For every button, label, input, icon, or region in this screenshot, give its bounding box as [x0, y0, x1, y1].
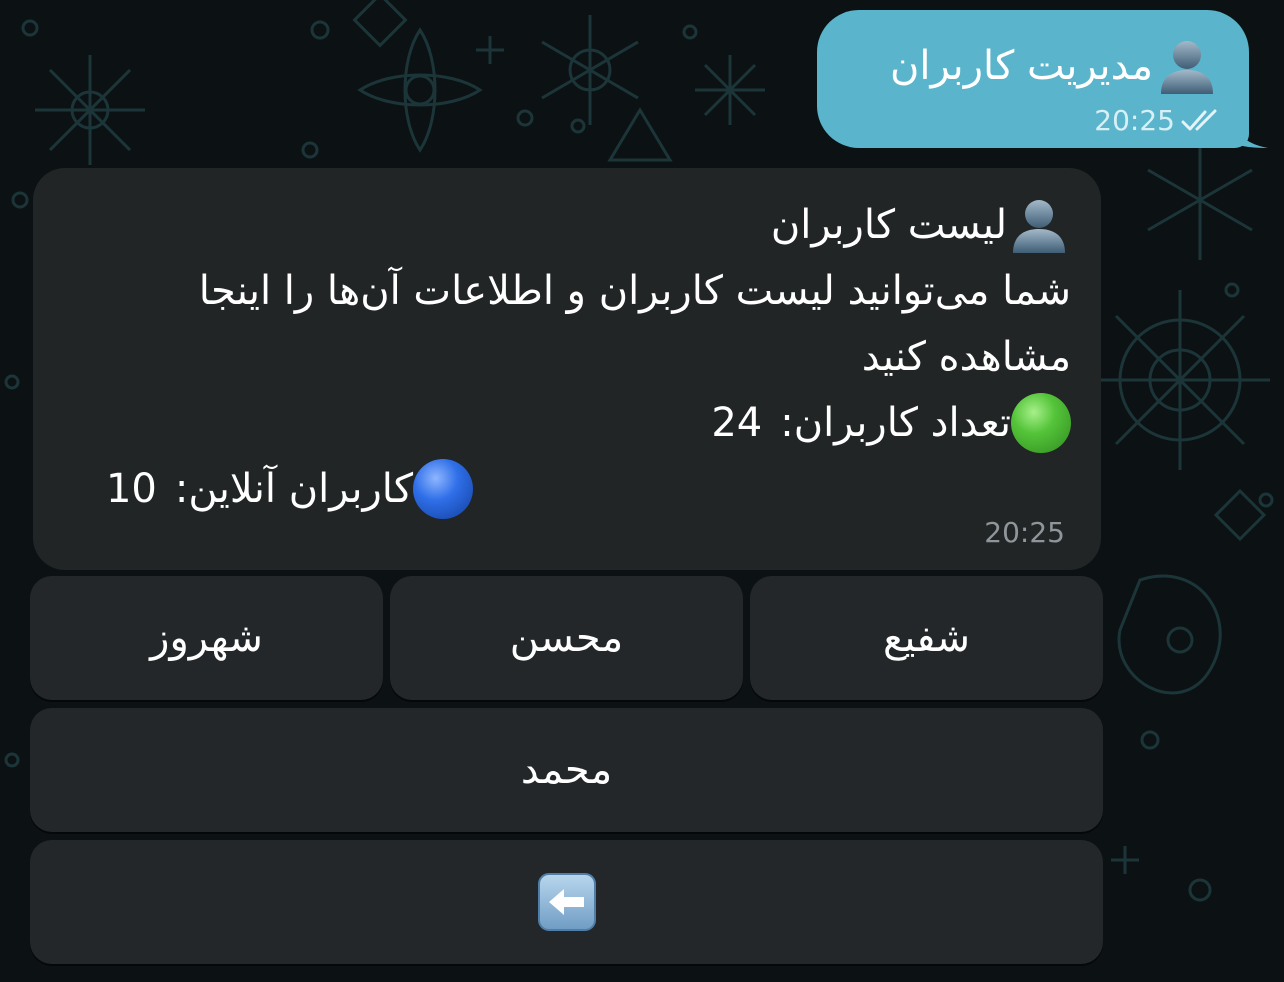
keyboard-button-label: شهروز	[150, 615, 263, 661]
keyboard-button-mohsen[interactable]: محسن	[390, 576, 743, 700]
person-icon	[1161, 41, 1213, 94]
incoming-message-content: لیست کاربران شما می‌توانید لیست کاربران …	[51, 192, 1071, 522]
outgoing-message-time: 20:25	[1094, 104, 1175, 137]
online-users-line: کاربران آنلاین: 10	[51, 456, 473, 522]
double-check-icon	[1181, 109, 1217, 130]
users-count-value: 24	[711, 400, 763, 446]
message-title-line: لیست کاربران	[51, 192, 1071, 258]
keyboard-button-back[interactable]	[30, 840, 1103, 964]
online-users-label: کاربران آنلاین:	[174, 466, 413, 512]
outgoing-message-label: مدیریت کاربران	[890, 43, 1153, 89]
outgoing-message-meta: 20:25	[1094, 104, 1223, 137]
green-circle-icon	[1011, 393, 1071, 453]
keyboard-button-shafi[interactable]: شفیع	[750, 576, 1103, 700]
incoming-message-bubble[interactable]: لیست کاربران شما می‌توانید لیست کاربران …	[33, 168, 1101, 570]
message-description-line1: شما می‌توانید لیست کاربران و اطلاعات آن‌…	[198, 268, 1071, 314]
message-title: لیست کاربران	[770, 202, 1007, 248]
left-arrow-icon	[537, 873, 596, 931]
keyboard-button-shahrooz[interactable]: شهروز	[30, 576, 383, 700]
keyboard-button-label: محسن	[509, 615, 624, 661]
outgoing-message-text: مدیریت کاربران	[890, 38, 1219, 94]
person-icon	[1013, 200, 1065, 253]
keyboard-button-label: شفیع	[882, 615, 971, 661]
message-description-line2: مشاهده کنید	[861, 334, 1071, 380]
keyboard-button-label: محمد	[520, 747, 613, 793]
blue-circle-icon	[413, 459, 473, 519]
keyboard-button-mohammad[interactable]: محمد	[30, 708, 1103, 832]
online-users-value: 10	[105, 466, 157, 512]
users-count-label: تعداد کاربران:	[780, 400, 1011, 446]
users-count-line: تعداد کاربران: 24	[51, 390, 1071, 456]
outgoing-message-bubble[interactable]: مدیریت کاربران 20:25	[817, 10, 1249, 148]
incoming-message-time: 20:25	[984, 516, 1065, 549]
